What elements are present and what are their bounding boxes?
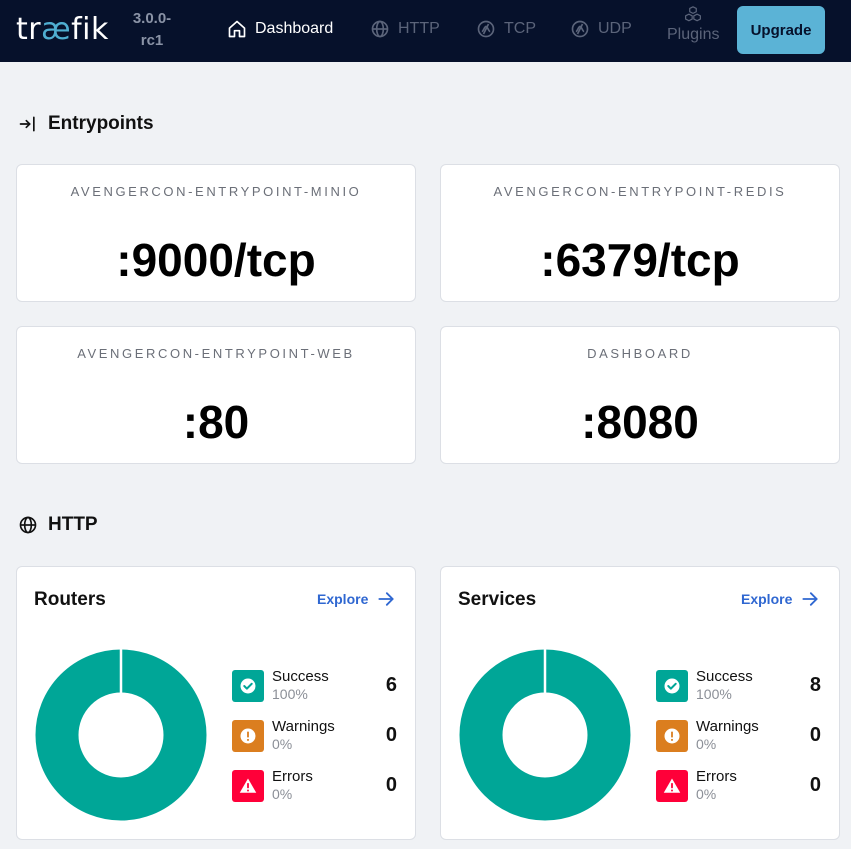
entrypoints-section-title: Entrypoints (18, 113, 154, 135)
error-badge (232, 770, 264, 802)
top-navbar: træfik 3.0.0- rc1 Dashboard HTTP TCP UDP… (0, 0, 851, 62)
version-label: 3.0.0- rc1 (132, 10, 172, 49)
warning-triangle-icon (239, 778, 257, 793)
services-donut-chart (459, 649, 631, 821)
entrypoint-name: DASHBOARD (587, 346, 693, 361)
error-badge (656, 770, 688, 802)
arrow-right-icon (378, 592, 394, 606)
success-count: 8 (809, 674, 821, 696)
arrow-right-icon (802, 592, 818, 606)
card-title: Services (458, 589, 537, 610)
entrypoint-address: :9000/tcp (116, 234, 316, 286)
warnings-count: 0 (385, 724, 397, 746)
entrypoint-card-redis: AVENGERCON-ENTRYPOINT-REDIS :6379/tcp (440, 164, 840, 302)
warning-badge (232, 720, 264, 752)
routers-card: Routers Explore Success 100% 6 Warnings … (16, 566, 416, 840)
legend-warnings: Warnings 0% 0 (232, 718, 397, 754)
nav-tcp[interactable]: TCP (476, 18, 536, 40)
services-card: Services Explore Success 100% 8 Warnings… (440, 566, 840, 840)
entrypoint-address: :80 (182, 396, 250, 448)
success-badge (232, 670, 264, 702)
success-count: 6 (385, 674, 397, 696)
entrypoint-card-minio: AVENGERCON-ENTRYPOINT-MINIO :9000/tcp (16, 164, 416, 302)
legend-errors: Errors 0% 0 (656, 768, 821, 804)
exclamation-circle-icon (664, 728, 680, 744)
warnings-count: 0 (809, 724, 821, 746)
entrypoint-name: AVENGERCON-ENTRYPOINT-REDIS (493, 184, 787, 199)
entrypoint-name: AVENGERCON-ENTRYPOINT-MINIO (70, 184, 362, 199)
card-title: Routers (34, 589, 106, 610)
globe-icon (371, 20, 389, 38)
entrypoint-address: :8080 (581, 396, 699, 448)
entrypoint-card-web: AVENGERCON-ENTRYPOINT-WEB :80 (16, 326, 416, 464)
check-circle-icon (664, 678, 680, 694)
nav-dashboard[interactable]: Dashboard (227, 18, 333, 40)
success-badge (656, 670, 688, 702)
check-circle-icon (240, 678, 256, 694)
tcp-icon (477, 20, 495, 38)
nav-plugins[interactable]: Plugins (667, 6, 719, 44)
errors-count: 0 (385, 774, 397, 796)
nav-http[interactable]: HTTP (370, 18, 440, 40)
errors-count: 0 (809, 774, 821, 796)
legend-errors: Errors 0% 0 (232, 768, 397, 804)
sign-in-icon (19, 116, 35, 132)
routers-donut-chart (35, 649, 207, 821)
legend-warnings: Warnings 0% 0 (656, 718, 821, 754)
traefik-logo[interactable]: træfik (16, 12, 109, 48)
warning-triangle-icon (663, 778, 681, 793)
legend-success: Success 100% 6 (232, 668, 397, 704)
nav-udp[interactable]: UDP (570, 18, 632, 40)
legend-success: Success 100% 8 (656, 668, 821, 704)
routers-explore-link[interactable]: Explore (317, 589, 396, 609)
exclamation-circle-icon (240, 728, 256, 744)
entrypoint-name: AVENGERCON-ENTRYPOINT-WEB (77, 346, 355, 361)
udp-icon (571, 20, 589, 38)
cubes-icon (685, 6, 702, 22)
upgrade-button[interactable]: Upgrade (737, 6, 825, 54)
home-icon (228, 20, 246, 38)
entrypoint-address: :6379/tcp (540, 234, 740, 286)
globe-icon (19, 516, 37, 534)
warning-badge (656, 720, 688, 752)
entrypoint-card-dashboard: DASHBOARD :8080 (440, 326, 840, 464)
services-explore-link[interactable]: Explore (741, 589, 820, 609)
http-section-title: HTTP (18, 514, 98, 536)
